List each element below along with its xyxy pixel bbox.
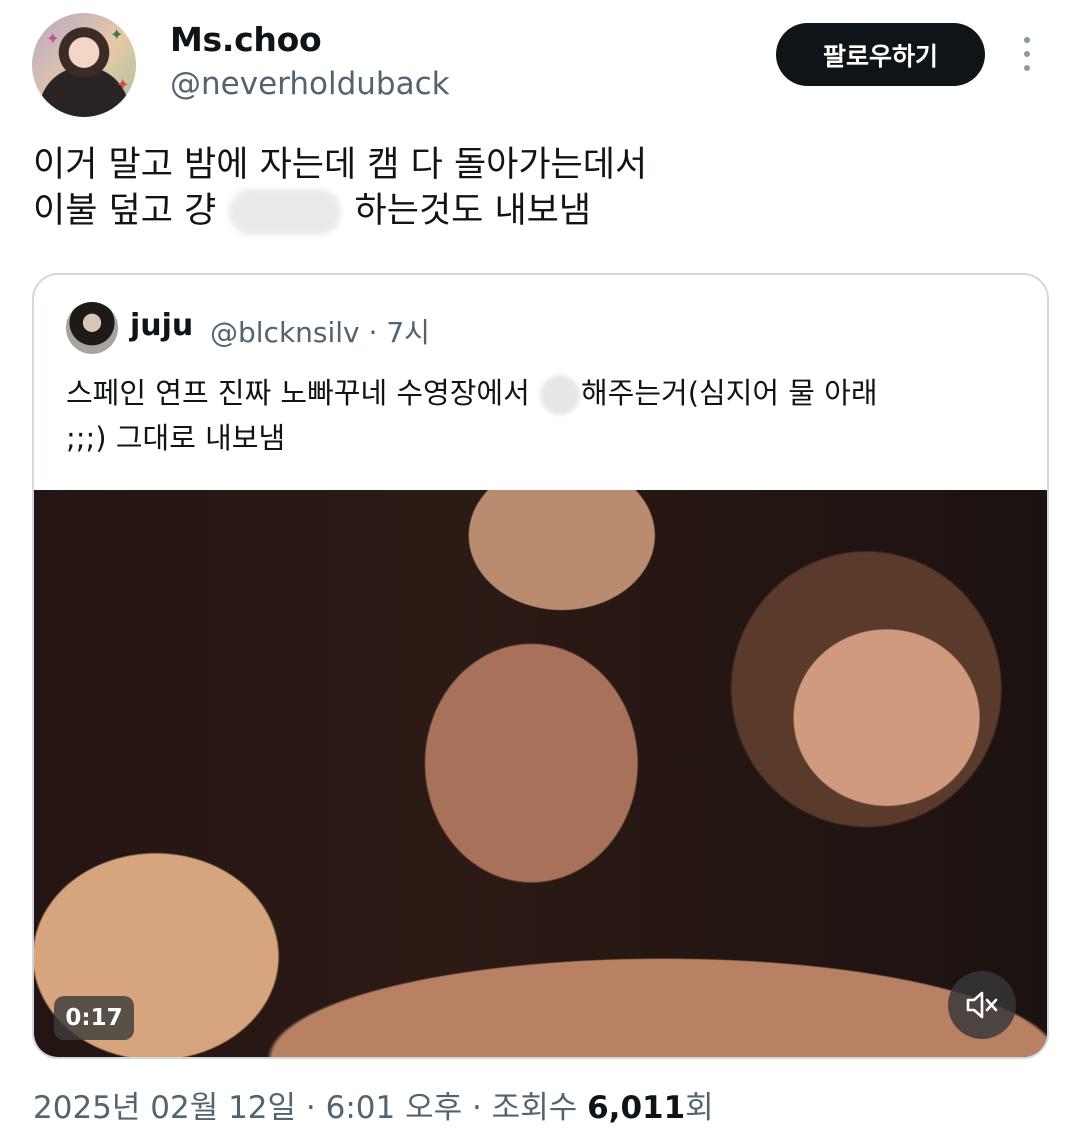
quoted-text-segment: 해주는거(심지어 물 아래 — [580, 376, 878, 410]
author-avatar[interactable]: ✦ ✦ ✦ — [32, 13, 136, 117]
sparkle-icon: ✦ — [110, 25, 124, 44]
quoted-tweet-text: 스페인 연프 진짜 노빠꾸네 수영장에서 해주는거(심지어 물 아래 ;;;) … — [66, 371, 1026, 461]
quoted-author-name: juju — [130, 308, 194, 343]
quoted-text-line: ;;;) 그대로 내보냄 — [66, 421, 286, 455]
quoted-text-line: 스페인 연프 진짜 노빠꾸네 수영장에서 해주는거(심지어 물 아래 — [66, 371, 1026, 416]
sparkle-icon: ✦ — [46, 29, 60, 48]
sparkle-icon: ✦ — [116, 75, 130, 94]
author-handle[interactable]: @neverholduback — [170, 66, 450, 102]
tweet-text-line: 이불 덮고 걍 하는것도 내보냄 — [33, 188, 1043, 235]
quoted-tweet-card[interactable]: juju @blcknsilv · 7시 스페인 연프 진짜 노빠꾸네 수영장에… — [32, 273, 1049, 1059]
censor-blur — [229, 189, 342, 235]
tweet-text-segment: 하는것도 내보냄 — [354, 191, 592, 231]
tweet-date-time[interactable]: 2025년 02월 12일 · 6:01 오후 · 조회수 — [33, 1090, 587, 1126]
video-player[interactable]: 0:17 — [34, 490, 1047, 1057]
tweet-text-segment: 이불 덮고 걍 — [33, 191, 217, 231]
follow-button[interactable]: 팔로우하기 — [776, 23, 985, 86]
quoted-author-avatar — [66, 302, 118, 354]
more-options-icon[interactable] — [1010, 34, 1044, 74]
tweet-text-line: 이거 말고 밤에 자는데 캠 다 돌아가는데서 — [33, 145, 648, 185]
mute-icon[interactable] — [948, 971, 1016, 1039]
quoted-text-segment: 스페인 연프 진짜 노빠꾸네 수영장에서 — [66, 376, 539, 410]
tweet-metadata: 2025년 02월 12일 · 6:01 오후 · 조회수 6,011회 — [33, 1082, 714, 1127]
censor-blur — [539, 375, 580, 415]
view-count: 6,011 — [587, 1090, 686, 1126]
video-duration-badge: 0:17 — [54, 996, 134, 1040]
view-count-suffix: 회 — [685, 1090, 714, 1126]
tweet-text: 이거 말고 밤에 자는데 캠 다 돌아가는데서 이불 덮고 걍 하는것도 내보냄 — [33, 142, 1043, 235]
author-display-name[interactable]: Ms.choo — [170, 20, 322, 59]
quoted-author-meta: @blcknsilv · 7시 — [210, 316, 430, 349]
